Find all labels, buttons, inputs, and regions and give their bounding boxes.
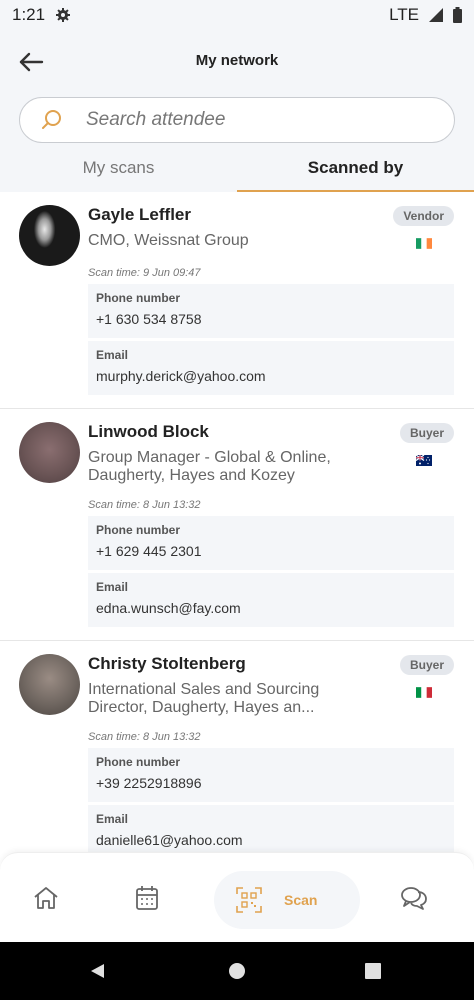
system-recents-icon[interactable]: [365, 963, 381, 979]
role-badge: Vendor: [393, 206, 454, 226]
italy-flag-icon: [416, 687, 432, 698]
scan-time: Scan time: 8 Jun 13:32: [88, 731, 201, 743]
scan-time: Scan time: 9 Jun 09:47: [88, 267, 201, 279]
phone-value[interactable]: +1 630 534 8758: [96, 311, 446, 327]
scan-button[interactable]: Scan: [214, 871, 360, 929]
phone-field: Phone number +1 630 534 8758: [88, 284, 454, 338]
system-home-icon[interactable]: [228, 962, 246, 980]
qr-code-icon: [236, 887, 262, 913]
email-label: Email: [96, 580, 129, 594]
email-field: Email murphy.derick@yahoo.com: [88, 341, 454, 395]
contact-role: Group Manager - Global & Online, Daugher…: [88, 449, 331, 484]
avatar: [19, 654, 80, 715]
email-value[interactable]: murphy.derick@yahoo.com: [96, 368, 446, 384]
avatar: [19, 205, 80, 266]
scan-label: Scan: [284, 892, 318, 908]
signal-icon: [429, 8, 443, 22]
home-icon[interactable]: [33, 885, 59, 911]
contact-name: Christy Stoltenberg: [88, 654, 246, 673]
app-header: My network My scans Scanned by: [0, 30, 474, 192]
search-bar[interactable]: [19, 97, 455, 143]
chat-icon[interactable]: [400, 885, 428, 911]
email-value[interactable]: edna.wunsch@fay.com: [96, 600, 446, 616]
settings-gear-icon: [56, 8, 71, 22]
role-badge: Buyer: [399, 423, 454, 443]
search-icon: [42, 110, 61, 129]
calendar-icon[interactable]: [135, 885, 159, 911]
status-bar: 1:21 LTE: [0, 0, 474, 30]
tab-scanned-by[interactable]: Scanned by: [237, 152, 474, 192]
phone-value[interactable]: +39 2252918896: [96, 775, 446, 791]
email-label: Email: [96, 812, 129, 826]
email-field: Email danielle61@yahoo.com: [88, 805, 454, 852]
contact-list: Gayle Leffler CMO, Weissnat Group Vendor…: [0, 192, 474, 852]
contact-card[interactable]: Christy Stoltenberg International Sales …: [0, 641, 474, 852]
email-value[interactable]: danielle61@yahoo.com: [96, 832, 446, 848]
email-label: Email: [96, 348, 129, 362]
network-type: LTE: [389, 5, 419, 24]
battery-icon: [453, 7, 462, 23]
ireland-flag-icon: [416, 238, 432, 249]
page-title: My network: [195, 52, 279, 69]
system-navigation-bar: [0, 942, 474, 1000]
contact-card[interactable]: Gayle Leffler CMO, Weissnat Group Vendor…: [0, 192, 474, 409]
phone-label: Phone number: [96, 755, 181, 769]
contact-role: International Sales and Sourcing Directo…: [88, 681, 320, 716]
system-back-icon[interactable]: [90, 963, 106, 979]
phone-field: Phone number +1 629 445 2301: [88, 516, 454, 570]
tab-bar: My scans Scanned by: [0, 152, 474, 192]
scan-time: Scan time: 8 Jun 13:32: [88, 499, 201, 511]
contact-card[interactable]: Linwood Block Group Manager - Global & O…: [0, 409, 474, 641]
phone-label: Phone number: [96, 523, 181, 537]
search-input[interactable]: [84, 108, 418, 132]
role-badge: Buyer: [399, 655, 454, 675]
bottom-navigation: Scan: [0, 852, 474, 943]
phone-label: Phone number: [96, 291, 181, 305]
email-field: Email edna.wunsch@fay.com: [88, 573, 454, 627]
contact-name: Gayle Leffler: [88, 205, 191, 224]
phone-value[interactable]: +1 629 445 2301: [96, 543, 446, 559]
phone-field: Phone number +39 2252918896: [88, 748, 454, 802]
australia-flag-icon: [416, 455, 432, 466]
contact-role: CMO, Weissnat Group: [88, 232, 249, 249]
status-time: 1:21: [12, 5, 46, 24]
avatar: [19, 422, 80, 483]
tab-my-scans[interactable]: My scans: [0, 152, 237, 192]
contact-name: Linwood Block: [88, 422, 209, 441]
